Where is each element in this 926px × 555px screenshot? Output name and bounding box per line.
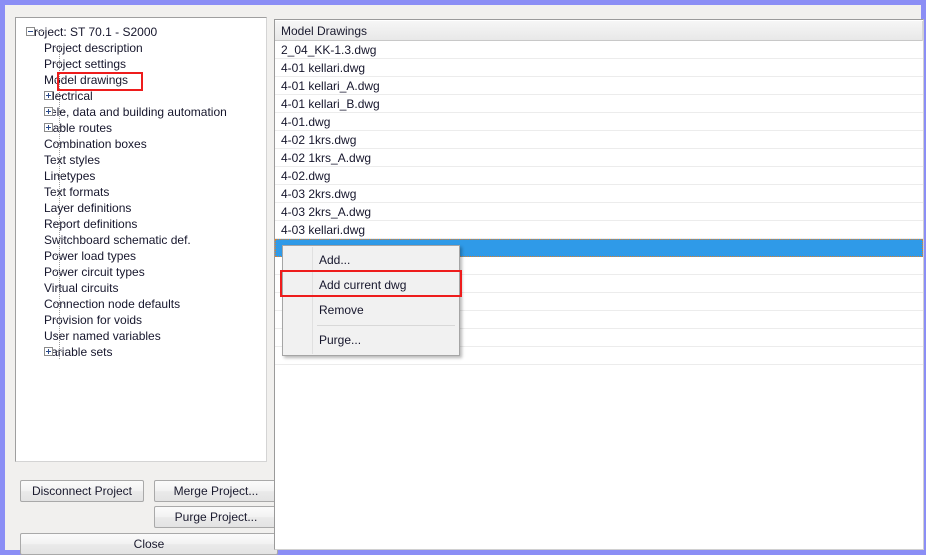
tree-item-label: Power load types <box>44 249 137 263</box>
tree-item[interactable]: Power load types <box>16 248 266 264</box>
tree-item[interactable]: Report definitions <box>16 216 266 232</box>
tree-item[interactable]: Power circuit types <box>16 264 266 280</box>
tree-connector-icon <box>55 111 64 112</box>
expand-icon[interactable] <box>44 123 53 132</box>
listview-row[interactable]: 4-02 1krs.dwg <box>275 131 923 149</box>
tree-item-label: Project: ST 70.1 - S2000 <box>26 25 158 39</box>
tree-item[interactable]: Project settings <box>16 56 266 72</box>
tree-connector-icon <box>55 303 64 304</box>
tree-item[interactable]: Connection node defaults <box>16 296 266 312</box>
tree-item-label: Connection node defaults <box>44 297 181 311</box>
tree-connector-icon <box>55 271 64 272</box>
column-header-model-drawings[interactable]: Model Drawings <box>275 21 923 41</box>
listview-header[interactable]: Model Drawings <box>275 20 923 41</box>
application-window: Project: ST 70.1 - S2000 Project descript… <box>0 0 926 555</box>
tree-connector-icon <box>55 95 64 96</box>
collapse-icon[interactable] <box>26 27 35 36</box>
listview-row[interactable]: 4-01.dwg <box>275 113 923 131</box>
tree-item[interactable]: Project: ST 70.1 - S2000 <box>16 24 266 40</box>
tree-item-label: Project description <box>44 41 143 55</box>
tree-item-label: Text formats <box>44 185 110 199</box>
tree-item-label: Cable routes <box>44 121 113 135</box>
tree-connector-icon <box>37 31 44 32</box>
tree-item-label: Virtual circuits <box>44 281 119 295</box>
tree-item-label: Layer definitions <box>44 201 132 215</box>
menu-item-add[interactable]: Add... <box>283 248 459 273</box>
expand-icon[interactable] <box>44 107 53 116</box>
tree-connector-icon <box>55 175 64 176</box>
purge-project-button[interactable]: Purge Project... <box>154 506 278 528</box>
tree-item-label: Project settings <box>44 57 127 71</box>
tree-item-label: Linetypes <box>44 169 96 183</box>
tree-item[interactable]: Switchboard schematic def. <box>16 232 266 248</box>
listview-row[interactable]: 4-01 kellari.dwg <box>275 59 923 77</box>
tree-connector-icon <box>55 239 64 240</box>
listview-row[interactable]: 4-01 kellari_A.dwg <box>275 77 923 95</box>
tree-item-label: Report definitions <box>44 217 138 231</box>
tree-item[interactable]: Linetypes <box>16 168 266 184</box>
tree-item-label: Switchboard schematic def. <box>44 233 191 247</box>
tree-connector-icon <box>55 63 64 64</box>
listview-row[interactable]: 4-03 2krs.dwg <box>275 185 923 203</box>
tree-connector-icon <box>55 255 64 256</box>
listview-row[interactable]: 4-02.dwg <box>275 167 923 185</box>
merge-project-button[interactable]: Merge Project... <box>154 480 278 502</box>
tree-item-label: Tele, data and building automation <box>44 105 227 119</box>
tree-item-label: Text styles <box>44 153 101 167</box>
menu-item-purge[interactable]: Purge... <box>283 328 459 353</box>
expand-icon[interactable] <box>44 347 53 356</box>
tree-item-label: Combination boxes <box>44 137 147 151</box>
tree-connector-icon <box>55 143 64 144</box>
tree-item[interactable]: Virtual circuits <box>16 280 266 296</box>
tree-connector-icon <box>55 47 64 48</box>
menu-separator <box>317 325 455 326</box>
tree-connector-icon <box>55 319 64 320</box>
tree-item[interactable]: Combination boxes <box>16 136 266 152</box>
tree-item[interactable]: Layer definitions <box>16 200 266 216</box>
tree-item-label: Provision for voids <box>44 313 143 327</box>
tree-item-label: Power circuit types <box>44 265 145 279</box>
tree-item[interactable]: Project description <box>16 40 266 56</box>
menu-item-add-current-dwg[interactable]: Add current dwg <box>283 273 459 298</box>
listview-row[interactable]: 4-03 2krs_A.dwg <box>275 203 923 221</box>
tree-item-label: Variable sets <box>44 345 113 359</box>
tree-connector-icon <box>55 287 64 288</box>
tree-item[interactable]: Tele, data and building automation <box>16 104 266 120</box>
listview-row[interactable]: 4-01 kellari_B.dwg <box>275 95 923 113</box>
listview-row[interactable]: 4-03 kellari.dwg <box>275 221 923 239</box>
tree-connector-icon <box>55 79 64 80</box>
tree-item[interactable]: Cable routes <box>16 120 266 136</box>
tree-item-label: Model drawings <box>44 73 129 87</box>
context-menu-items: Add... Add current dwg Remove Purge... <box>283 248 459 353</box>
tree-connector-icon <box>55 159 64 160</box>
tree-item[interactable]: Text styles <box>16 152 266 168</box>
tree-item-label: User named variables <box>44 329 161 343</box>
window-client-area: Project: ST 70.1 - S2000 Project descript… <box>5 5 924 555</box>
context-menu[interactable]: Add... Add current dwg Remove Purge... <box>282 245 460 356</box>
listview-row[interactable]: 2_04_KK-1.3.dwg <box>275 41 923 59</box>
tree-connector-icon <box>55 223 64 224</box>
tree-item[interactable]: Text formats <box>16 184 266 200</box>
tree-connector-icon <box>55 335 64 336</box>
close-button[interactable]: Close <box>20 533 278 555</box>
tree-item[interactable]: Electrical <box>16 88 266 104</box>
menu-item-remove[interactable]: Remove <box>283 298 459 323</box>
tree-connector-icon <box>55 127 64 128</box>
tree-item[interactable]: User named variables <box>16 328 266 344</box>
tree-item[interactable]: Provision for voids <box>16 312 266 328</box>
disconnect-project-button[interactable]: Disconnect Project <box>20 480 144 502</box>
tree-item[interactable]: Variable sets <box>16 344 266 360</box>
project-tree[interactable]: Project: ST 70.1 - S2000 Project descript… <box>15 17 267 462</box>
listview-row[interactable]: 4-02 1krs_A.dwg <box>275 149 923 167</box>
tree-connector-icon <box>55 207 64 208</box>
tree-connector-icon <box>55 351 64 352</box>
tree-connector-icon <box>55 191 64 192</box>
project-tree-list: Project: ST 70.1 - S2000 Project descript… <box>16 18 266 360</box>
left-pane: Project: ST 70.1 - S2000 Project descript… <box>10 10 278 555</box>
tree-item[interactable]: Model drawings <box>16 72 266 88</box>
expand-icon[interactable] <box>44 91 53 100</box>
